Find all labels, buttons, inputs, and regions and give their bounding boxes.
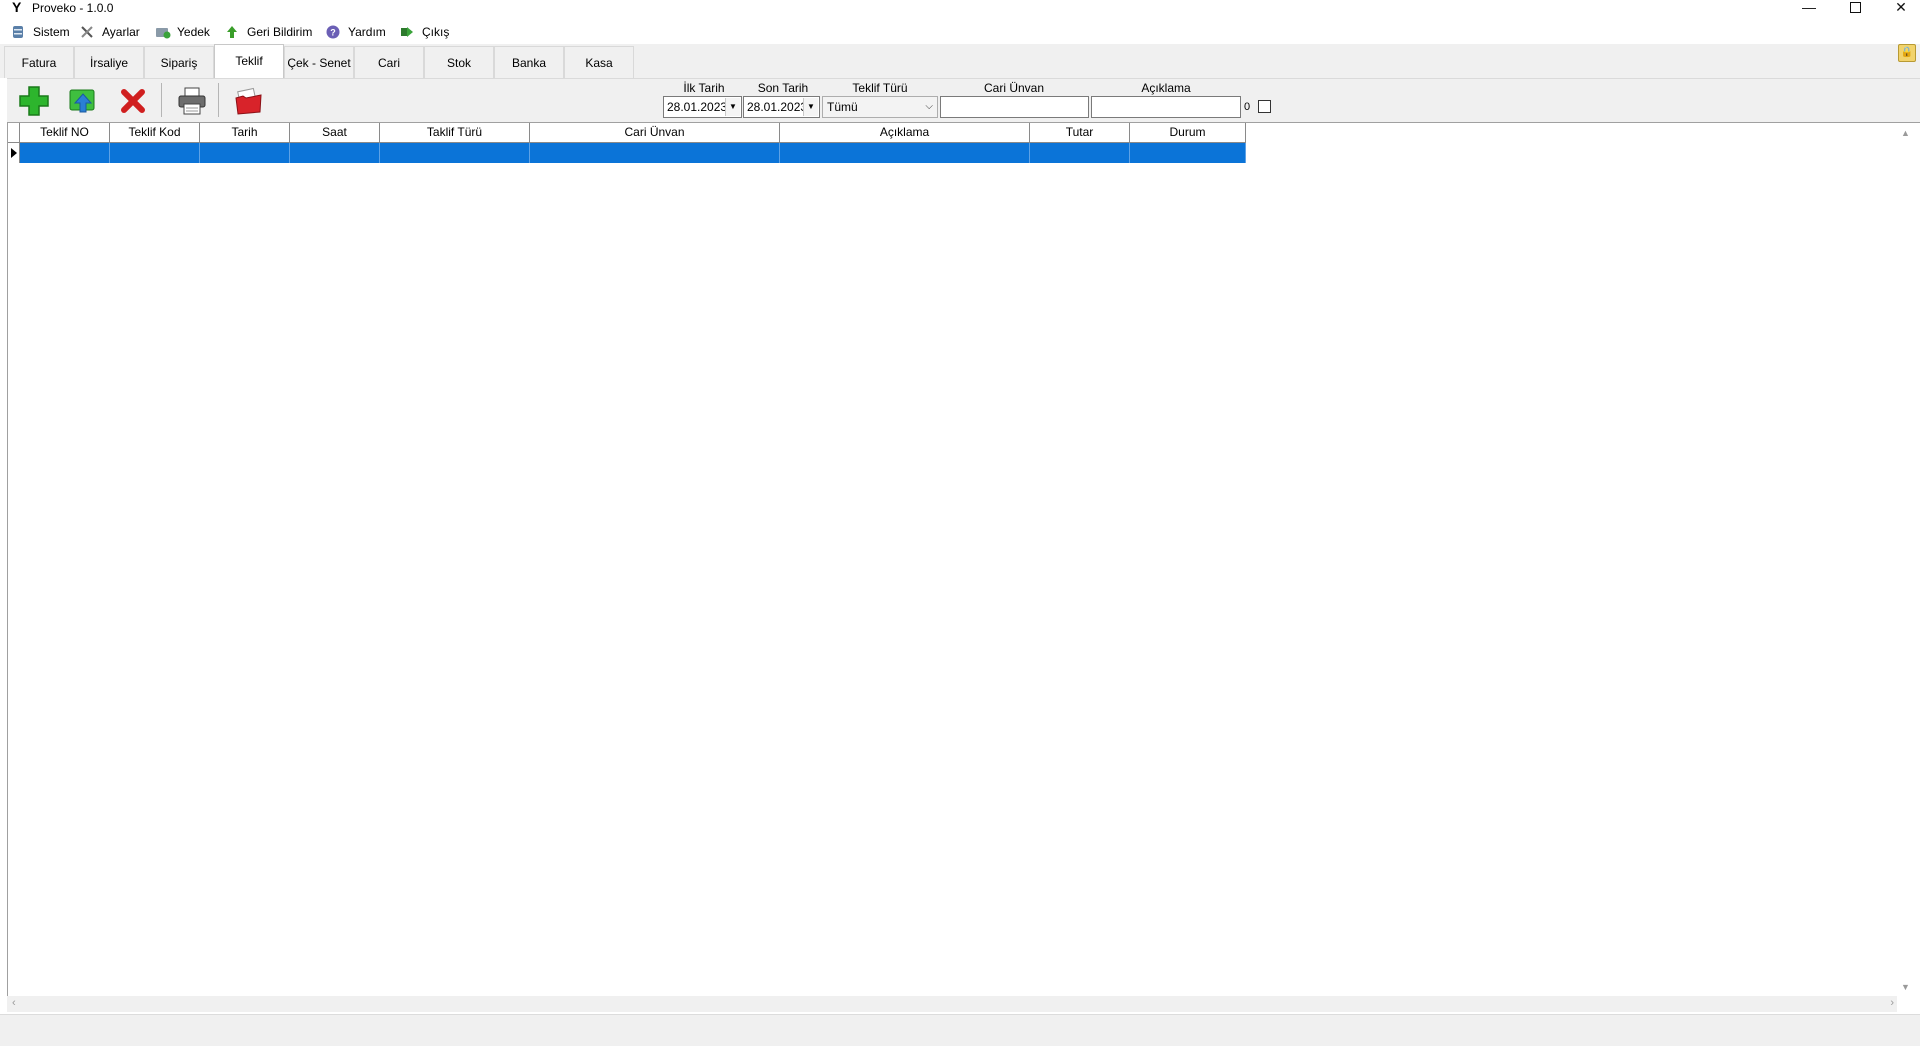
tab-siparis[interactable]: Sipariş (144, 46, 214, 78)
refresh-button[interactable] (63, 83, 103, 119)
database-icon (11, 25, 25, 39)
teklif-turu-label: Teklif Türü (852, 81, 908, 95)
scroll-left-icon[interactable]: ‹ (12, 997, 16, 1009)
menu-ayarlar-label: Ayarlar (102, 25, 140, 39)
plus-icon (19, 86, 49, 116)
column-header[interactable]: Teklif NO (20, 123, 110, 143)
data-grid[interactable]: Teklif NO Teklif Kod Tarih Saat Taklif T… (7, 122, 1920, 1012)
table-cell[interactable] (1030, 143, 1130, 163)
tab-banka[interactable]: Banka (494, 46, 564, 78)
tab-fatura[interactable]: Fatura (4, 46, 74, 78)
column-header[interactable]: Tarih (200, 123, 290, 143)
menu-ayarlar[interactable]: Ayarlar (80, 22, 140, 42)
son-tarih-value: 28.01.2023 (747, 100, 808, 114)
title-bar: Y Proveko - 1.0.0 — ✕ (0, 0, 1920, 16)
scroll-right-icon[interactable]: › (1890, 997, 1894, 1009)
tab-strip: Fatura İrsaliye Sipariş Teklif Çek - Sen… (0, 44, 1920, 78)
delete-button[interactable] (113, 83, 153, 119)
menu-sistem-label: Sistem (33, 25, 70, 39)
column-header[interactable]: Taklif Türü (380, 123, 530, 143)
son-tarih-picker[interactable]: 28.01.2023 ▼ (743, 96, 820, 118)
table-row[interactable] (8, 143, 1246, 163)
scroll-down-icon[interactable]: ▼ (1901, 982, 1910, 992)
backup-icon (155, 25, 171, 39)
menu-bar: Sistem Ayarlar Yedek Geri Bildirim ? Yar… (0, 20, 1920, 42)
current-row-icon (10, 148, 17, 158)
table-cell[interactable] (780, 143, 1030, 163)
teklif-turu-select[interactable]: Tümü ⌵ (822, 96, 938, 118)
folder-icon (235, 87, 262, 115)
scroll-up-icon[interactable]: ▲ (1901, 128, 1910, 138)
aciklama-input[interactable] (1091, 96, 1241, 118)
toolbar-separator (161, 83, 162, 117)
tools-icon (80, 25, 94, 39)
refresh-icon (69, 89, 95, 113)
delete-icon (121, 89, 145, 113)
menu-yardim[interactable]: ? Yardım (326, 22, 386, 42)
chevron-down-icon: ⌵ (925, 101, 933, 112)
app-logo-icon: Y (12, 0, 22, 15)
row-indicator-header (8, 123, 20, 143)
column-header[interactable]: Saat (290, 123, 380, 143)
maximize-icon (1849, 2, 1861, 13)
column-header[interactable]: Teklif Kod (110, 123, 200, 143)
add-button[interactable] (14, 83, 54, 119)
grid-header: Teklif NO Teklif Kod Tarih Saat Taklif T… (8, 123, 1246, 143)
record-count: 0 (1244, 101, 1251, 113)
cari-unvan-input[interactable] (940, 96, 1089, 118)
column-header[interactable]: Tutar (1030, 123, 1130, 143)
table-cell[interactable] (1130, 143, 1246, 163)
lock-icon[interactable]: 🔒 (1898, 44, 1916, 62)
ilk-tarih-label: İlk Tarih (683, 81, 725, 95)
column-header[interactable]: Açıklama (780, 123, 1030, 143)
menu-cikis[interactable]: Çıkış (400, 22, 449, 42)
arrow-up-icon (225, 25, 239, 39)
horizontal-scrollbar[interactable]: ‹ › (7, 996, 1897, 1012)
table-cell[interactable] (380, 143, 530, 163)
maximize-button[interactable] (1832, 0, 1878, 16)
toolbar-separator (218, 83, 219, 117)
chevron-down-icon[interactable]: ▼ (725, 98, 740, 116)
print-button[interactable] (172, 83, 212, 119)
minimize-button[interactable]: — (1786, 0, 1832, 16)
window-title: Proveko - 1.0.0 (32, 1, 114, 15)
tab-stok[interactable]: Stok (424, 46, 494, 78)
chevron-down-icon[interactable]: ▼ (803, 98, 818, 116)
filter-checkbox[interactable] (1258, 100, 1271, 113)
svg-text:?: ? (330, 28, 336, 38)
status-bar (0, 1014, 1920, 1046)
tab-irsaliye[interactable]: İrsaliye (74, 46, 144, 78)
tab-cari[interactable]: Cari (354, 46, 424, 78)
menu-cikis-label: Çıkış (422, 25, 450, 39)
cari-unvan-label: Cari Ünvan (983, 81, 1045, 95)
menu-yedek[interactable]: Yedek (155, 22, 210, 42)
tab-cek-senet[interactable]: Çek - Senet (284, 46, 354, 78)
column-header[interactable]: Cari Ünvan (530, 123, 780, 143)
ilk-tarih-value: 28.01.2023 (667, 100, 728, 114)
exit-icon (400, 25, 414, 39)
menu-geri-bildirim[interactable]: Geri Bildirim (225, 22, 312, 42)
tab-teklif[interactable]: Teklif (214, 44, 284, 78)
printer-icon (178, 87, 206, 115)
table-cell[interactable] (110, 143, 200, 163)
menu-sistem[interactable]: Sistem (11, 22, 70, 42)
son-tarih-label: Son Tarih (757, 81, 809, 95)
menu-yardim-label: Yardım (348, 25, 386, 39)
teklif-turu-value: Tümü (827, 100, 858, 114)
row-indicator (8, 143, 20, 163)
menu-geri-bildirim-label: Geri Bildirim (247, 25, 313, 39)
menu-yedek-label: Yedek (177, 25, 210, 39)
open-folder-button[interactable] (229, 83, 269, 119)
close-button[interactable]: ✕ (1878, 0, 1920, 16)
table-cell[interactable] (200, 143, 290, 163)
help-icon: ? (326, 25, 340, 39)
aciklama-label: Açıklama (1141, 81, 1191, 95)
table-cell[interactable] (20, 143, 110, 163)
vertical-scrollbar[interactable]: ▲ ▼ (1897, 124, 1913, 1000)
table-cell[interactable] (290, 143, 380, 163)
ilk-tarih-picker[interactable]: 28.01.2023 ▼ (663, 96, 742, 118)
column-header[interactable]: Durum (1130, 123, 1246, 143)
table-cell[interactable] (530, 143, 780, 163)
tab-kasa[interactable]: Kasa (564, 46, 634, 78)
